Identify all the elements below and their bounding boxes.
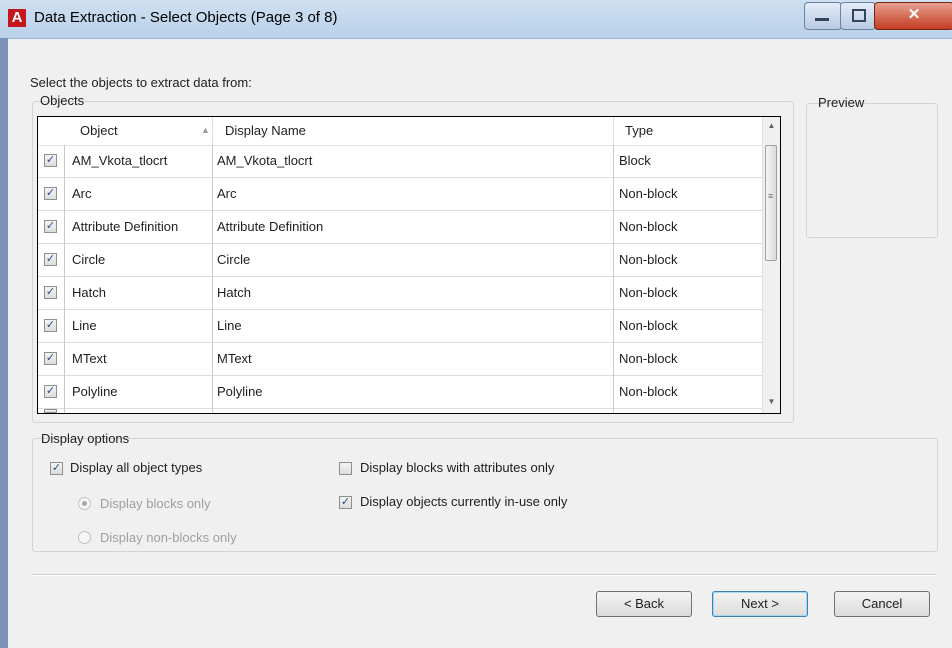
type-cell: Non-block [619,384,678,399]
object-cell: Attribute Definition [72,219,179,234]
row-checkbox[interactable]: ✓ [44,286,57,299]
type-cell: Non-block [619,186,678,201]
column-divider [613,145,614,413]
objects-list[interactable]: Object ▲ Display Name Type ✓ AM_Vkota_tl… [37,116,781,414]
type-cell: Block [619,153,651,168]
type-cell: Non-block [619,318,678,333]
minimize-icon [815,18,829,21]
instruction-text: Select the objects to extract data from: [30,75,252,90]
column-header-display-name[interactable]: Display Name [225,123,306,138]
object-cell: Hatch [72,285,106,300]
column-divider[interactable] [613,117,614,145]
blocks-only-radio[interactable] [78,497,91,510]
type-cell: Non-block [619,219,678,234]
table-row[interactable]: ✓ Polyline Polyline Non-block [38,376,762,409]
object-cell: AM_Vkota_tlocrt [72,153,168,168]
radio-selected-dot [82,501,87,506]
scroll-up-icon[interactable]: ▲ [763,117,780,134]
row-checkbox[interactable]: ✓ [44,220,57,233]
row-checkbox[interactable]: ✓ [44,187,57,200]
table-row[interactable]: ✓ MText MText Non-block [38,343,762,376]
table-row-partial[interactable] [38,409,762,413]
display-name-cell[interactable]: Line [217,318,242,333]
sort-ascending-icon: ▲ [201,125,210,135]
display-name-cell[interactable]: AM_Vkota_tlocrt [217,153,312,168]
in-use-only-label[interactable]: Display objects currently in-use only [360,494,567,509]
type-cell: Non-block [619,252,678,267]
display-all-types-checkbox[interactable]: ✓ [50,462,63,475]
type-cell: Non-block [619,351,678,366]
row-checkbox[interactable]: ✓ [44,253,57,266]
minimize-button[interactable] [804,2,842,30]
cancel-button[interactable]: Cancel [834,591,930,617]
objects-group-label: Objects [40,93,85,108]
display-all-types-label[interactable]: Display all object types [70,460,202,475]
column-header-object[interactable]: Object [80,123,118,138]
blocks-with-attributes-label[interactable]: Display blocks with attributes only [360,460,554,475]
display-name-cell[interactable]: Polyline [217,384,263,399]
table-row[interactable]: ✓ AM_Vkota_tlocrt AM_Vkota_tlocrt Block [38,145,762,178]
grip-icon: ≡ [768,191,774,201]
autocad-app-icon[interactable]: A [8,9,26,27]
close-icon: ✕ [907,6,921,23]
scroll-down-icon[interactable]: ▼ [763,393,780,410]
back-button[interactable]: < Back [596,591,692,617]
blocks-only-label[interactable]: Display blocks only [100,496,211,511]
table-row[interactable]: ✓ Arc Arc Non-block [38,178,762,211]
column-divider[interactable] [212,117,213,145]
row-checkbox[interactable]: ✓ [44,154,57,167]
separator [32,574,936,576]
window-title: Data Extraction - Select Objects (Page 3… [34,9,338,26]
object-cell: Circle [72,252,106,267]
object-cell: Line [72,318,97,333]
column-divider [64,145,65,413]
maximize-button[interactable] [840,2,876,30]
list-header: Object ▲ Display Name Type [38,117,762,146]
row-checkbox[interactable]: ✓ [44,385,57,398]
non-blocks-only-radio[interactable] [78,531,91,544]
in-use-only-checkbox[interactable]: ✓ [339,496,352,509]
next-button[interactable]: Next > [712,591,808,617]
row-checkbox[interactable]: ✓ [44,352,57,365]
column-divider [212,145,213,413]
row-checkbox[interactable]: ✓ [44,319,57,332]
table-row[interactable]: ✓ Hatch Hatch Non-block [38,277,762,310]
row-checkbox[interactable] [44,409,57,413]
table-row[interactable]: ✓ Circle Circle Non-block [38,244,762,277]
display-name-cell[interactable]: Hatch [217,285,251,300]
non-blocks-only-label[interactable]: Display non-blocks only [100,530,237,545]
preview-panel [806,103,938,238]
title-bar[interactable]: A Data Extraction - Select Objects (Page… [0,0,952,39]
object-cell: Arc [72,186,92,201]
display-name-cell[interactable]: MText [217,351,252,366]
display-name-cell[interactable]: Circle [217,252,250,267]
object-cell: Polyline [72,384,118,399]
table-row[interactable]: ✓ Line Line Non-block [38,310,762,343]
type-cell: Non-block [619,285,678,300]
close-button[interactable]: ✕ [874,2,952,30]
display-name-cell[interactable]: Arc [217,186,237,201]
window-frame-edge [0,38,8,648]
vertical-scrollbar[interactable]: ▲ ≡ ▼ [762,117,780,413]
blocks-with-attributes-checkbox[interactable] [339,462,352,475]
preview-label: Preview [818,95,865,110]
object-cell: MText [72,351,107,366]
column-header-type[interactable]: Type [625,123,653,138]
table-row[interactable]: ✓ Attribute Definition Attribute Definit… [38,211,762,244]
display-name-cell[interactable]: Attribute Definition [217,219,323,234]
display-options-label: Display options [41,431,130,446]
maximize-icon [852,9,866,22]
scrollbar-thumb[interactable]: ≡ [765,145,777,261]
